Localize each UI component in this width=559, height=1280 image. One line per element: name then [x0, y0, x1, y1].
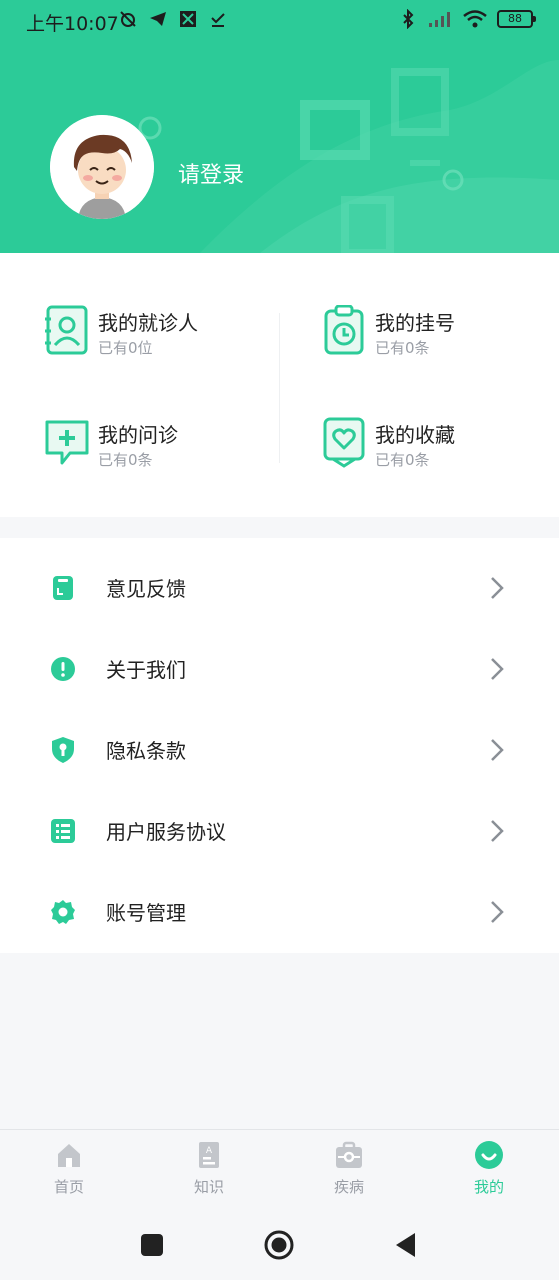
- info-icon: [51, 657, 75, 681]
- profile-smile-icon: [475, 1141, 503, 1169]
- bottom-tab-bar: 首页 A 知识 疾病 我的: [0, 1129, 559, 1209]
- quick-link-title: 我的就诊人: [98, 311, 198, 335]
- status-system-icons: 88: [398, 9, 536, 29]
- app-notification-icon: [180, 11, 196, 27]
- login-prompt[interactable]: 请登录: [178, 157, 244, 189]
- wifi-icon: [463, 10, 487, 28]
- battery-indicator: 88: [497, 10, 536, 28]
- menu-item-about-us[interactable]: 关于我们: [0, 628, 559, 709]
- quick-links-panel: 我的就诊人 已有0位 我的挂号 已有0条 我的问诊 已有0条 我的收藏 已有0条: [0, 253, 559, 517]
- signal-icon: [429, 12, 450, 27]
- tab-label: 我的: [473, 1178, 504, 1196]
- menu-item-user-agreement[interactable]: 用户服务协议: [0, 790, 559, 871]
- menu-item-label: 用户服务协议: [106, 820, 226, 844]
- home-button[interactable]: [263, 1229, 295, 1261]
- quick-link-title: 我的问诊: [98, 423, 178, 447]
- knowledge-icon: A: [199, 1142, 219, 1168]
- tab-diseases[interactable]: 疾病: [309, 1140, 389, 1204]
- chevron-right-icon: [491, 820, 504, 842]
- tab-knowledge[interactable]: A 知识: [169, 1140, 249, 1204]
- clipboard-clock-icon: [324, 305, 364, 355]
- chevron-right-icon: [491, 739, 504, 761]
- tab-label: 知识: [193, 1178, 224, 1196]
- profile-header: 上午10:07 88 请登录: [0, 0, 559, 253]
- quick-link-count: 已有0条: [98, 451, 153, 469]
- settings-menu: 意见反馈 关于我们 隐私条款 用户服务协议 账号管理: [0, 538, 559, 953]
- menu-item-label: 隐私条款: [106, 739, 186, 763]
- tab-mine[interactable]: 我的: [449, 1140, 529, 1204]
- status-time: 上午10:07: [26, 13, 119, 35]
- contact-card-icon: [45, 305, 88, 355]
- quick-link-title: 我的挂号: [375, 311, 455, 335]
- menu-item-account-management[interactable]: 账号管理: [0, 871, 559, 952]
- home-icon: [58, 1144, 80, 1167]
- chevron-right-icon: [491, 577, 504, 599]
- recent-apps-button[interactable]: [136, 1229, 168, 1261]
- feedback-icon: [53, 576, 73, 600]
- tab-label: 首页: [53, 1178, 84, 1196]
- system-navigation-bar: [0, 1209, 559, 1280]
- menu-item-feedback[interactable]: 意见反馈: [0, 547, 559, 628]
- menu-item-label: 意见反馈: [106, 577, 186, 601]
- telegram-icon: [150, 12, 166, 26]
- heart-bookmark-icon: [323, 417, 365, 468]
- quick-link-my-favorites[interactable]: 我的收藏 已有0条: [321, 417, 559, 477]
- agreement-icon: [51, 819, 75, 843]
- status-bar: 上午10:07 88: [0, 0, 559, 42]
- chat-plus-icon: [45, 420, 89, 465]
- download-done-icon: [211, 13, 225, 27]
- menu-item-label: 关于我们: [106, 658, 186, 682]
- svg-text:A: A: [206, 1146, 213, 1156]
- tab-label: 疾病: [333, 1178, 364, 1196]
- back-button[interactable]: [390, 1229, 422, 1261]
- menu-item-privacy[interactable]: 隐私条款: [0, 709, 559, 790]
- status-notification-icons: [118, 9, 228, 29]
- alarm-off-icon: [120, 11, 136, 27]
- chevron-right-icon: [491, 658, 504, 680]
- avatar[interactable]: [50, 115, 154, 219]
- quick-link-my-consultations[interactable]: 我的问诊 已有0条: [44, 417, 284, 477]
- tab-home[interactable]: 首页: [29, 1140, 109, 1204]
- medical-kit-icon: [336, 1141, 362, 1168]
- quick-link-count: 已有0位: [98, 339, 153, 357]
- menu-item-label: 账号管理: [106, 901, 186, 925]
- quick-link-count: 已有0条: [375, 451, 430, 469]
- quick-link-my-registrations[interactable]: 我的挂号 已有0条: [321, 305, 559, 365]
- quick-link-count: 已有0条: [375, 339, 430, 357]
- gear-icon: [51, 900, 75, 924]
- avatar-cartoon-icon: [50, 115, 154, 219]
- bluetooth-icon: [403, 9, 414, 29]
- quick-link-title: 我的收藏: [375, 423, 455, 447]
- chevron-right-icon: [491, 901, 504, 923]
- shield-icon: [52, 737, 74, 763]
- quick-link-my-patients[interactable]: 我的就诊人 已有0位: [44, 305, 284, 365]
